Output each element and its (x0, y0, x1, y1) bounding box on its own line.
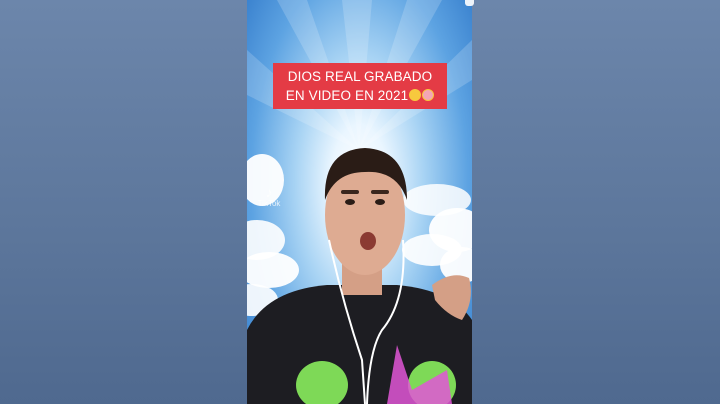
caption-line-1: DIOS REAL GRABADO (287, 69, 433, 84)
left-blurred-panel (0, 0, 247, 404)
video-caption: DIOS REAL GRABADO EN VIDEO EN 2021 (273, 63, 447, 109)
face-emoji (409, 89, 422, 101)
video-frame[interactable]: ♪ TikTok DIOS REAL GRABADO EN VIDEO EN 2… (247, 0, 472, 404)
tiktok-watermark: ♪ TikTok (255, 185, 283, 208)
tiktok-watermark-text: TikTok (257, 199, 281, 208)
right-blurred-panel (472, 0, 720, 404)
caption-line-2-text: EN VIDEO EN 2021 (285, 88, 409, 103)
caption-line-2: EN VIDEO EN 2021 (273, 86, 447, 105)
tiktok-note-icon: ♪ (265, 184, 273, 200)
monkey-emoji (422, 89, 435, 101)
corner-indicator (465, 0, 474, 6)
